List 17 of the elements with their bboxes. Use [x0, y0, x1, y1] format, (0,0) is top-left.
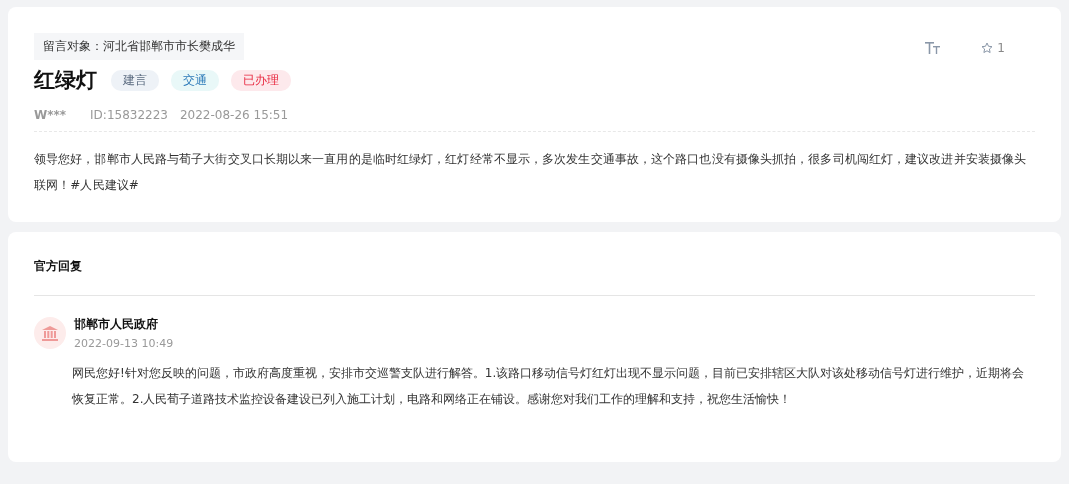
- tag: 已办理: [231, 69, 291, 91]
- tag: 建言: [111, 69, 159, 91]
- tag: 交通: [171, 69, 219, 91]
- message-time: 2022-08-26 15:51: [179, 108, 289, 122]
- building-icon: [42, 325, 58, 341]
- message-target: 留言对象：河北省邯郸市市长樊成华: [34, 33, 244, 60]
- star-icon[interactable]: [981, 42, 994, 54]
- message-title: 红绿灯: [34, 67, 97, 94]
- author-name: W***: [34, 108, 67, 122]
- org-name: 邯郸市人民政府: [74, 316, 159, 333]
- message-body: 领导您好，邯郸市人民路与荀子大街交叉口长期以来一直用的是临时红绿灯，红灯经常不显示，多次发生交通事故，这个路口也没有摄像头抓拍，很多司机闯红灯，建议改进并安装摄像头联网！#人民建议#: [34, 151, 1028, 194]
- favorite-count: 1: [997, 41, 1005, 55]
- message-id: ID:15832223: [90, 108, 168, 122]
- font-size-icon[interactable]: [925, 42, 942, 54]
- reply-heading: 官方回复: [34, 258, 1035, 296]
- reply-body: 网民您好!针对您反映的问题，市政府高度重视，安排市交巡警支队进行解答。1.该路口移动信号灯红灯出现不显示问题，目前已安排辖区大队对该处移动信号灯进行维护，近期将会恢复正常。2.人民荀子道路技术监控设备建设已列入施工计划，电路和网络正在铺设。感谢您对我们工作的理解和支持，祝您生活愉快！: [71, 365, 1026, 408]
- reply-time: 2022-09-13 10:49: [74, 337, 174, 350]
